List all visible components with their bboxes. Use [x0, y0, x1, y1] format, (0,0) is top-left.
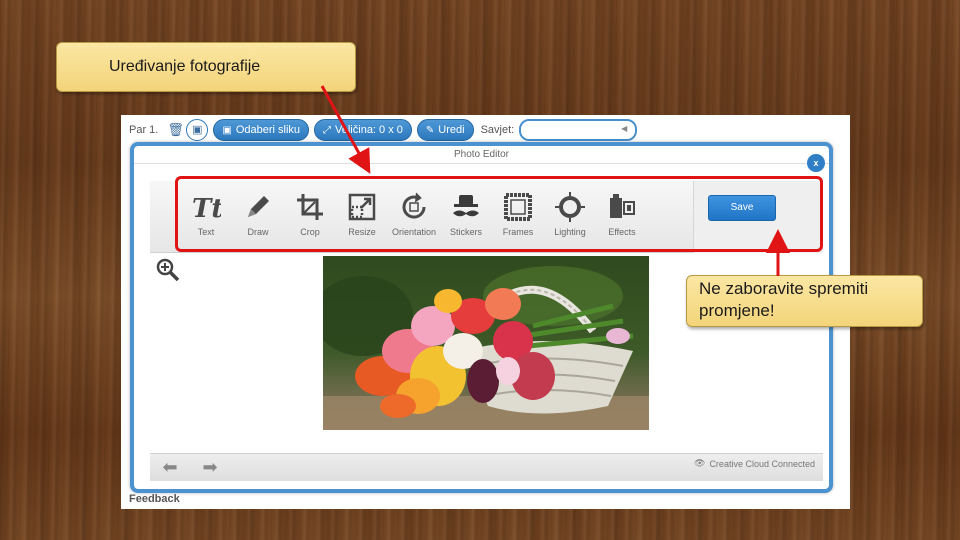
close-button[interactable]: x	[807, 154, 825, 172]
annotation-arrows	[320, 85, 790, 276]
arrow-to-toolbar	[320, 85, 371, 174]
